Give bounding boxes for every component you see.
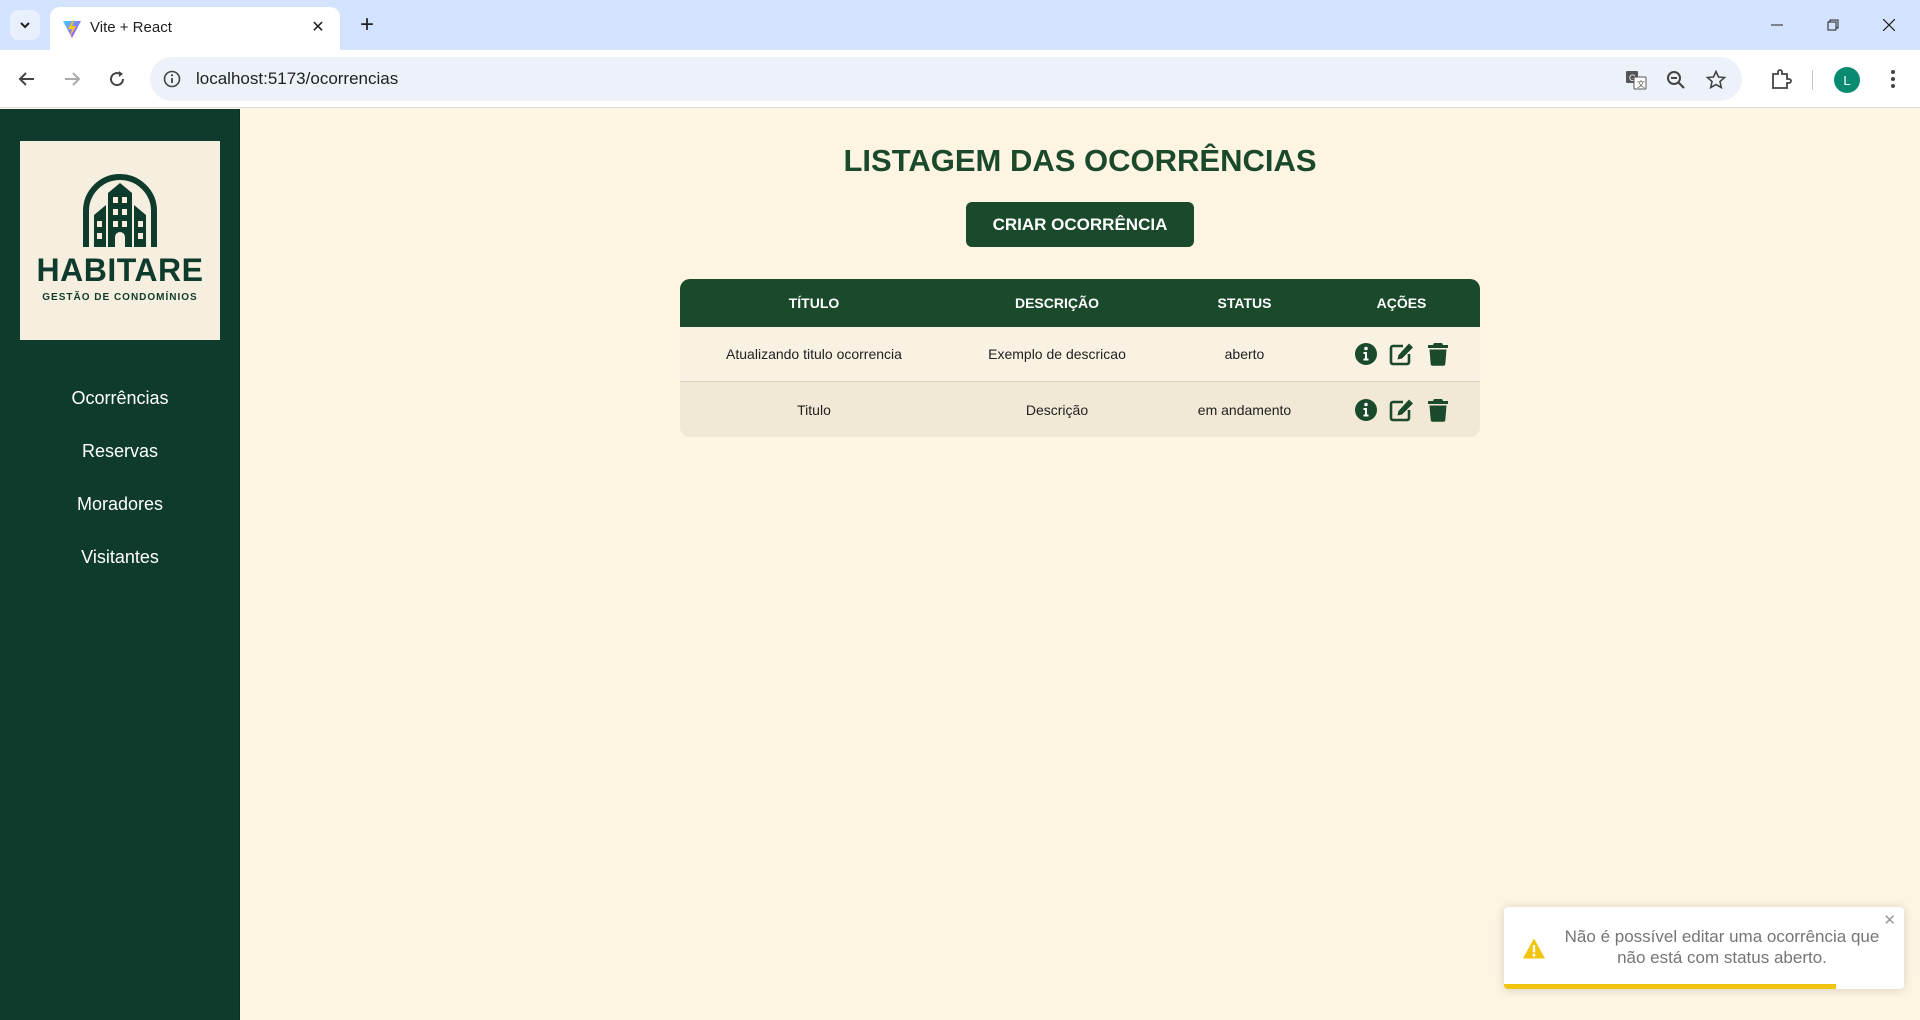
tab-search-button[interactable]	[10, 10, 40, 40]
habitare-logo: HABITARE GESTÃO DE CONDOMÍNIOS	[20, 141, 220, 340]
url-text[interactable]: localhost:5173/ocorrencias	[196, 69, 398, 89]
cell-titulo: Titulo	[797, 401, 831, 418]
address-bar[interactable]: localhost:5173/ocorrencias G文	[150, 57, 1742, 101]
table-row: Titulo Descrição em andamento	[680, 382, 1480, 437]
sidebar-item-ocorrencias[interactable]: Ocorrências	[0, 388, 240, 409]
cell-acoes	[1323, 327, 1480, 381]
info-icon[interactable]	[1353, 397, 1379, 423]
browser-toolbar: localhost:5173/ocorrencias G文	[0, 50, 1920, 108]
column-header-acoes: AÇÕES	[1376, 295, 1427, 311]
warning-icon	[1523, 938, 1545, 959]
trash-icon[interactable]	[1425, 397, 1451, 423]
sidebar-item-visitantes[interactable]: Visitantes	[0, 547, 240, 568]
cell-descricao: Descrição	[1025, 401, 1089, 418]
arrow-right-icon	[65, 72, 81, 86]
cell-descricao: Exemplo de descricao	[988, 346, 1126, 362]
tab-title: Vite + React	[90, 19, 172, 36]
trash-icon[interactable]	[1425, 341, 1451, 367]
sidebar: HABITARE GESTÃO DE CONDOMÍNIOS Ocorrênci…	[0, 109, 240, 1020]
create-ocorrencia-button[interactable]: CRIAR OCORRÊNCIA	[966, 202, 1194, 247]
bookmark-star-icon[interactable]	[1703, 67, 1729, 93]
back-button[interactable]	[10, 62, 44, 96]
site-info-icon[interactable]	[160, 67, 184, 91]
close-tab-icon[interactable]: ✕	[306, 15, 330, 39]
chevron-down-icon	[20, 22, 30, 29]
browser-tab[interactable]: Vite + React ✕	[50, 7, 340, 50]
close-icon[interactable]: ✕	[1883, 911, 1896, 929]
zoom-icon[interactable]	[1663, 67, 1689, 93]
page-title: LISTAGEM DAS OCORRÊNCIAS	[843, 143, 1317, 178]
edit-icon[interactable]	[1389, 341, 1415, 367]
toast-message: Não é possível editar uma ocorrência que…	[1564, 927, 1880, 967]
new-tab-button[interactable]: +	[352, 10, 382, 40]
more-menu-icon[interactable]	[1878, 64, 1908, 94]
browser-tabstrip: Vite + React ✕ +	[0, 0, 1920, 50]
close-window-button[interactable]	[1866, 0, 1912, 50]
ocorrencias-table: TÍTULO DESCRIÇÃO STATUS AÇÕES Atualizand…	[680, 279, 1480, 437]
column-header-descricao: DESCRIÇÃO	[1014, 295, 1099, 311]
vite-logo-icon	[63, 20, 81, 38]
restore-icon	[1827, 19, 1839, 31]
column-header-titulo: TÍTULO	[788, 295, 840, 311]
building-logo-icon	[83, 174, 157, 247]
forward-button[interactable]	[55, 62, 89, 96]
cell-titulo: Atualizando titulo ocorrencia	[726, 346, 902, 362]
edit-icon[interactable]	[1389, 397, 1415, 423]
restore-button[interactable]	[1810, 0, 1856, 50]
cell-acoes	[1323, 382, 1480, 437]
arrow-left-icon	[18, 72, 34, 86]
logo-name: HABITARE	[36, 252, 204, 288]
minimize-button[interactable]	[1754, 0, 1800, 50]
warning-toast[interactable]: Não é possível editar uma ocorrência que…	[1504, 907, 1904, 989]
profile-avatar[interactable]: L	[1834, 67, 1860, 93]
column-header-status: STATUS	[1217, 295, 1272, 311]
reload-icon	[110, 71, 125, 87]
toast-progress-bar	[1504, 984, 1836, 989]
svg-text:文: 文	[1637, 79, 1645, 89]
info-icon[interactable]	[1353, 341, 1379, 367]
reload-button[interactable]	[100, 62, 134, 96]
translate-icon[interactable]: G文	[1623, 67, 1649, 93]
logo-tagline: GESTÃO DE CONDOMÍNIOS	[42, 292, 198, 303]
table-row: Atualizando titulo ocorrencia Exemplo de…	[680, 327, 1480, 382]
extensions-icon[interactable]	[1766, 64, 1796, 94]
cell-status: em andamento	[1197, 401, 1292, 418]
table-header: TÍTULO DESCRIÇÃO STATUS AÇÕES	[680, 279, 1480, 327]
toolbar-divider	[1812, 70, 1813, 90]
close-icon	[1883, 19, 1895, 31]
minimize-icon	[1771, 24, 1783, 26]
cell-status: aberto	[1224, 346, 1265, 362]
sidebar-item-moradores[interactable]: Moradores	[0, 494, 240, 515]
sidebar-item-reservas[interactable]: Reservas	[0, 441, 240, 462]
